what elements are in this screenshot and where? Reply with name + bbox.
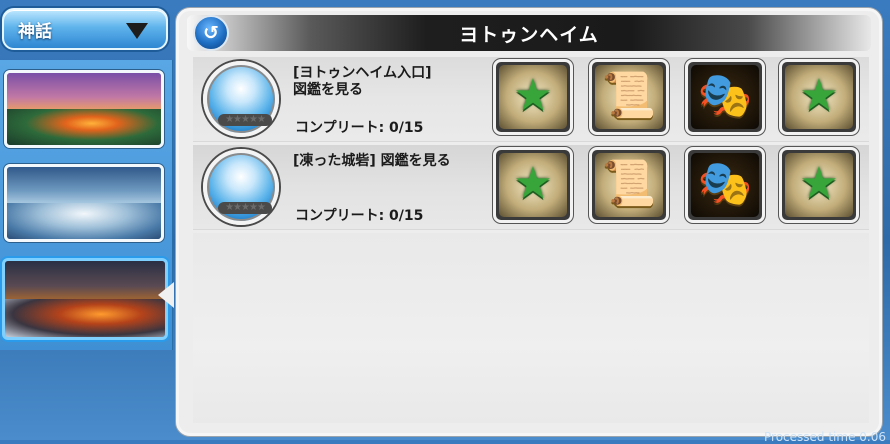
world-thumbnail-1[interactable]	[4, 70, 164, 148]
reward-slot[interactable]: 📜	[589, 147, 669, 223]
mask-icon: 🎭	[697, 158, 753, 209]
rating-stars: ★★★★★	[218, 202, 272, 214]
star-stack-icon: ★	[799, 70, 839, 121]
thumbnail-landscape	[5, 299, 165, 337]
row-progress: コンプリート: 0/15	[295, 120, 424, 136]
area-orb-icon: ★★★★★	[203, 61, 279, 137]
star-stack-icon: ★	[513, 70, 553, 121]
collection-row[interactable]: ★★★★★ [ヨトゥンヘイム入口] 図鑑を見る コンプリート: 0/15 ★ 📜…	[193, 57, 869, 142]
panel-title-bar: ↺ ヨトゥンヘイム	[187, 15, 871, 51]
rating-stars: ★★★★★	[218, 114, 272, 126]
thumbnail-landscape	[7, 203, 161, 239]
reward-slot[interactable]: 🎭	[685, 147, 765, 223]
thumbnail-sky	[7, 167, 161, 207]
panel-title: ヨトゥンヘイム	[459, 24, 599, 46]
thumbnail-sky	[5, 261, 165, 303]
collection-panel: ↺ ヨトゥンヘイム ★★★★★ [ヨトゥンヘイム入口] 図鑑を見る コンプリート…	[176, 8, 882, 436]
thumbnail-sky	[7, 73, 161, 113]
world-thumbnail-2[interactable]	[4, 164, 164, 242]
category-dropdown[interactable]: 神話	[2, 8, 168, 50]
area-orb-icon: ★★★★★	[203, 149, 279, 225]
reward-slot[interactable]: ★	[779, 59, 859, 135]
reward-slot[interactable]: ★	[493, 59, 573, 135]
row-title: [ヨトゥンヘイム入口] 図鑑を見る	[293, 65, 432, 98]
thumbnail-landscape	[7, 109, 161, 145]
reward-slot[interactable]: 🎭	[685, 59, 765, 135]
empty-list-area	[193, 233, 869, 423]
selection-pointer-icon	[158, 282, 174, 308]
scroll-icon: 📜	[601, 158, 657, 209]
category-dropdown-label: 神話	[18, 21, 52, 42]
reward-slot[interactable]: ★	[779, 147, 859, 223]
reward-slot[interactable]: 📜	[589, 59, 669, 135]
world-thumbnail-3-selected[interactable]	[2, 258, 168, 340]
row-title: [凍った城砦] 図鑑を見る	[293, 153, 451, 169]
reward-slot[interactable]: ★	[493, 147, 573, 223]
chevron-down-icon	[126, 23, 148, 39]
collection-row[interactable]: ★★★★★ [凍った城砦] 図鑑を見る コンプリート: 0/15 ★ 📜 🎭 ★	[193, 145, 869, 230]
star-stack-icon: ★	[799, 158, 839, 209]
processed-time-label: Processed time 0.06	[764, 430, 886, 444]
row-progress: コンプリート: 0/15	[295, 208, 424, 224]
star-stack-icon: ★	[513, 158, 553, 209]
scroll-icon: 📜	[601, 70, 657, 121]
mask-icon: 🎭	[697, 70, 753, 121]
